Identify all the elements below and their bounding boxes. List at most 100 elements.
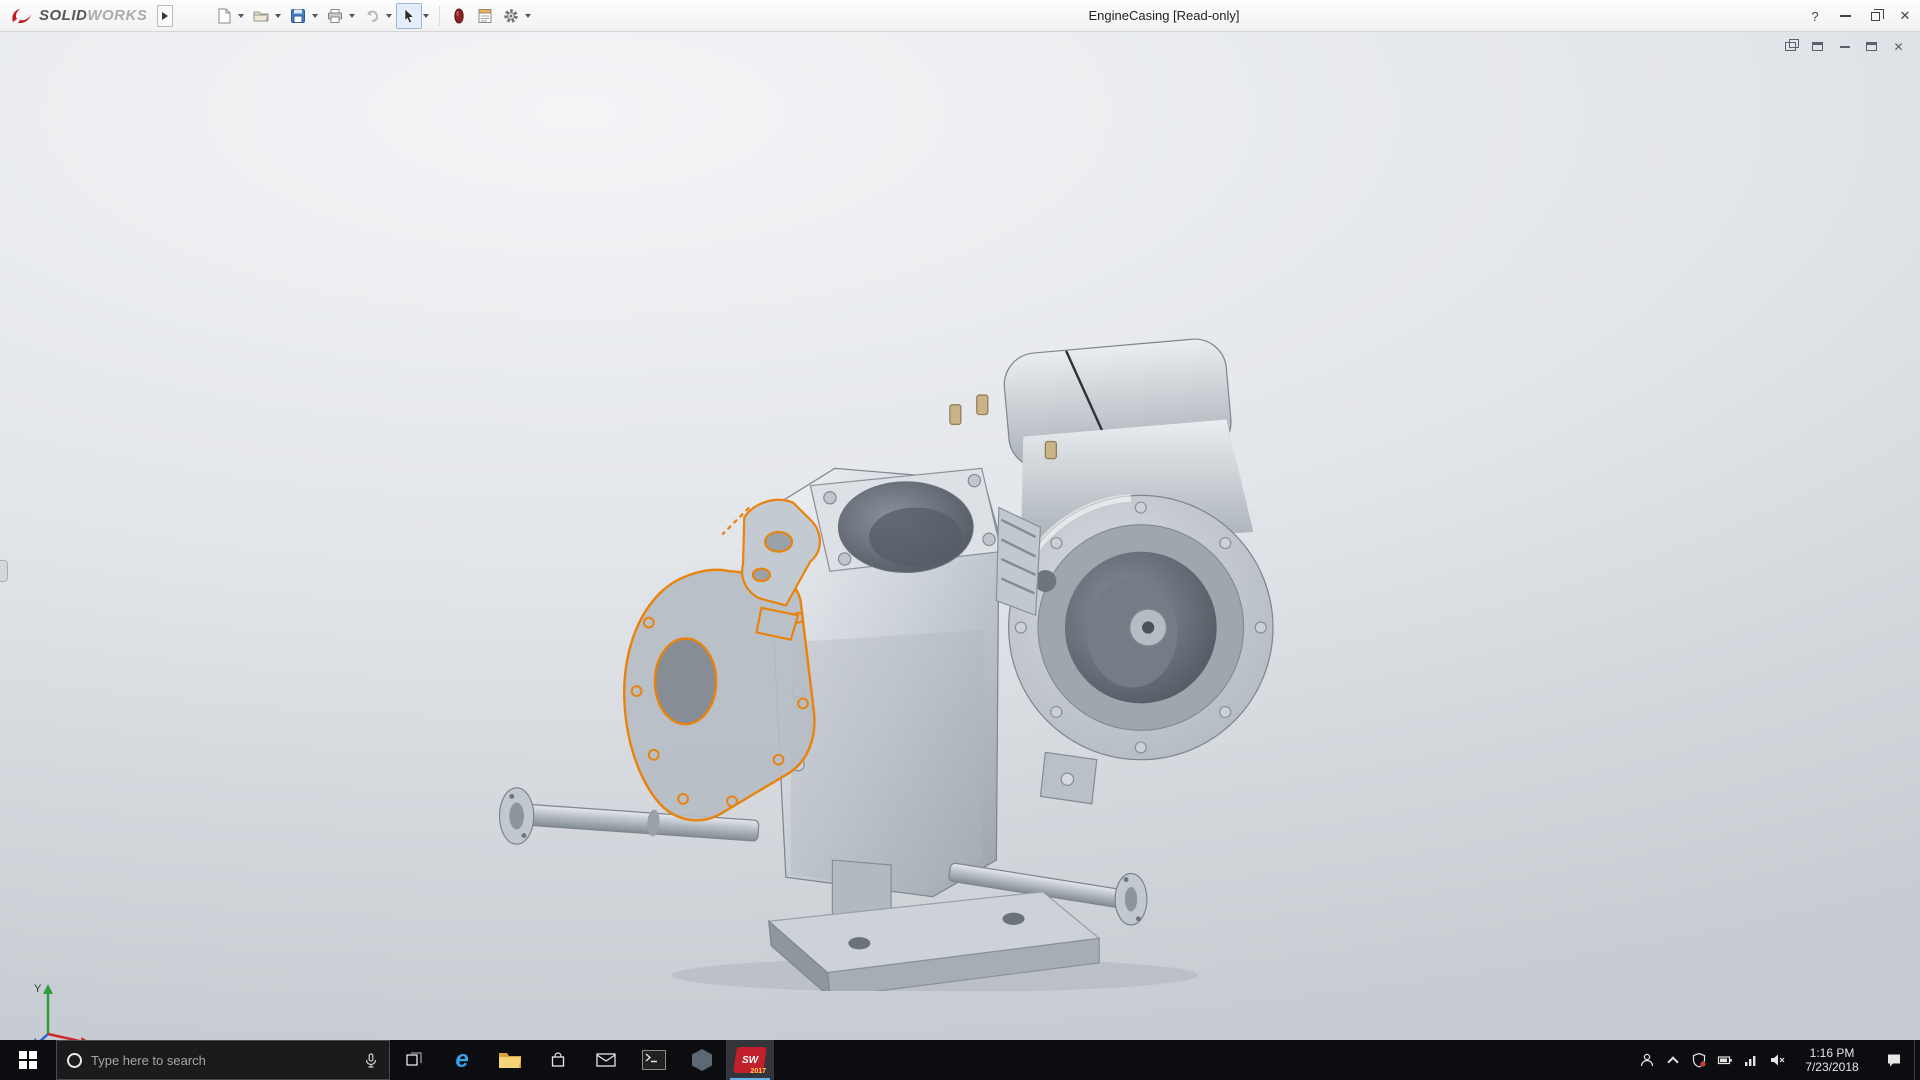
window-controls: ? ✕ [1800, 0, 1920, 32]
solidworks-logo: SOLIDWORKS [0, 6, 155, 26]
screen: SOLIDWORKS EngineCasing [Read-only] ? ✕ … [0, 0, 1920, 1080]
options-button[interactable] [498, 3, 524, 29]
sw-icon-year: 2017 [750, 1068, 766, 1075]
close-icon: ✕ [1899, 8, 1911, 23]
print-icon [328, 8, 343, 23]
network-icon [1745, 1056, 1756, 1066]
doc-close-icon: ✕ [1893, 39, 1904, 54]
taskbar-search[interactable] [56, 1040, 390, 1080]
show-desktop-button[interactable] [1914, 1040, 1920, 1080]
dropdown-caret-icon[interactable] [275, 13, 282, 18]
hexagon-app-icon [692, 1049, 712, 1071]
battery-tray-button[interactable] [1712, 1040, 1738, 1080]
microphone-icon[interactable] [363, 1052, 379, 1068]
edge-button[interactable]: e [438, 1040, 486, 1080]
graphics-viewport[interactable]: ✕ Y [0, 32, 1920, 1040]
cascade-windows-icon [1785, 39, 1799, 51]
people-button[interactable] [1634, 1040, 1660, 1080]
doc-restore-icon [1866, 42, 1877, 51]
command-prompt-button[interactable] [630, 1040, 678, 1080]
dropdown-caret-icon[interactable] [312, 13, 319, 18]
network-tray-button[interactable] [1738, 1040, 1764, 1080]
doc-restore-button[interactable] [1864, 40, 1879, 53]
dropdown-caret-icon[interactable] [386, 13, 393, 18]
search-input[interactable] [91, 1052, 354, 1068]
clutch-casing[interactable] [1002, 336, 1274, 805]
window-button[interactable] [1810, 40, 1825, 53]
window-icon [1812, 42, 1823, 51]
minimize-icon [1839, 15, 1851, 17]
save-button[interactable] [285, 3, 311, 29]
doc-minimize-button[interactable] [1837, 40, 1852, 53]
store-button[interactable] [534, 1040, 582, 1080]
cortana-icon [67, 1052, 82, 1068]
security-tray-button[interactable] [1686, 1040, 1712, 1080]
new-document-icon [218, 8, 231, 23]
close-button[interactable]: ✕ [1890, 0, 1920, 32]
edge-icon: e [455, 1046, 469, 1073]
menu-flyout-button[interactable] [157, 4, 174, 27]
restore-button[interactable] [1860, 0, 1890, 32]
new-window-button[interactable] [1783, 39, 1799, 53]
volume-icon [1771, 1054, 1785, 1066]
dropdown-caret-icon[interactable] [238, 13, 245, 18]
solidworks-ds-icon [12, 8, 31, 23]
titlebar: SOLIDWORKS EngineCasing [Read-only] ? ✕ [0, 0, 1920, 32]
action-center-icon [1888, 1054, 1900, 1067]
people-icon [1640, 1053, 1654, 1067]
shield-icon [1692, 1052, 1706, 1068]
solidworks-wordmark: SOLIDWORKS [39, 7, 147, 24]
mail-button[interactable] [582, 1040, 630, 1080]
clock-date: 7/23/2018 [1805, 1060, 1859, 1074]
doc-minimize-icon [1839, 45, 1850, 48]
store-bag-icon [551, 1052, 565, 1067]
volume-tray-button[interactable] [1764, 1040, 1790, 1080]
dropdown-caret-icon[interactable] [349, 13, 356, 18]
open-document-button[interactable] [248, 3, 274, 29]
file-explorer-button[interactable] [486, 1040, 534, 1080]
engine-casing-model[interactable] [470, 324, 1278, 991]
dropdown-caret-icon[interactable] [423, 13, 430, 18]
action-center-button[interactable] [1874, 1040, 1914, 1080]
undo-icon [367, 10, 379, 22]
flyout-arrow-icon [162, 11, 169, 20]
toolbar-separator [439, 5, 441, 26]
taskbar-clock[interactable]: 1:16 PM 7/23/2018 [1790, 1040, 1874, 1080]
task-view-button[interactable] [390, 1040, 438, 1080]
property-manager-button[interactable] [472, 3, 498, 29]
dropdown-caret-icon[interactable] [525, 13, 532, 18]
main-toolbar [211, 2, 535, 29]
edrawings-button[interactable] [678, 1040, 726, 1080]
red-capsule-icon [454, 8, 465, 23]
y-axis-arrow [43, 984, 53, 994]
doc-close-button[interactable]: ✕ [1891, 39, 1906, 54]
minimize-button[interactable] [1830, 0, 1860, 32]
system-tray: 1:16 PM 7/23/2018 [1634, 1040, 1920, 1080]
help-button[interactable]: ? [1800, 0, 1830, 32]
task-view-icon [406, 1052, 422, 1066]
document-title: EngineCasing [Read-only] [1088, 8, 1240, 23]
start-button[interactable] [0, 1040, 56, 1080]
chevron-up-icon [1667, 1056, 1679, 1068]
y-axis-label: Y [34, 983, 42, 995]
brand-part-1: SOLID [39, 7, 88, 24]
feature-manager-collapsed-tab[interactable] [0, 560, 8, 582]
select-arrow-icon [405, 7, 415, 23]
restore-icon [1870, 8, 1884, 21]
brand-part-2: WORKS [87, 7, 148, 24]
undo-button[interactable] [359, 3, 385, 29]
windows-taskbar: e [0, 1040, 1920, 1080]
property-manager-icon [478, 8, 492, 23]
select-tool-button[interactable] [396, 2, 423, 29]
tray-overflow-button[interactable] [1660, 1040, 1686, 1080]
command-prompt-icon [642, 1050, 666, 1070]
solidworks-taskbar-button[interactable]: SW 2017 [726, 1040, 774, 1080]
new-document-button[interactable] [211, 3, 237, 29]
print-button[interactable] [322, 3, 348, 29]
selected-component-highlight[interactable] [623, 498, 821, 822]
open-folder-icon [253, 11, 270, 21]
battery-icon [1717, 1056, 1732, 1065]
windows-logo-icon [19, 1051, 37, 1069]
red-capsule-button[interactable] [446, 3, 472, 29]
file-explorer-icon [499, 1053, 521, 1068]
